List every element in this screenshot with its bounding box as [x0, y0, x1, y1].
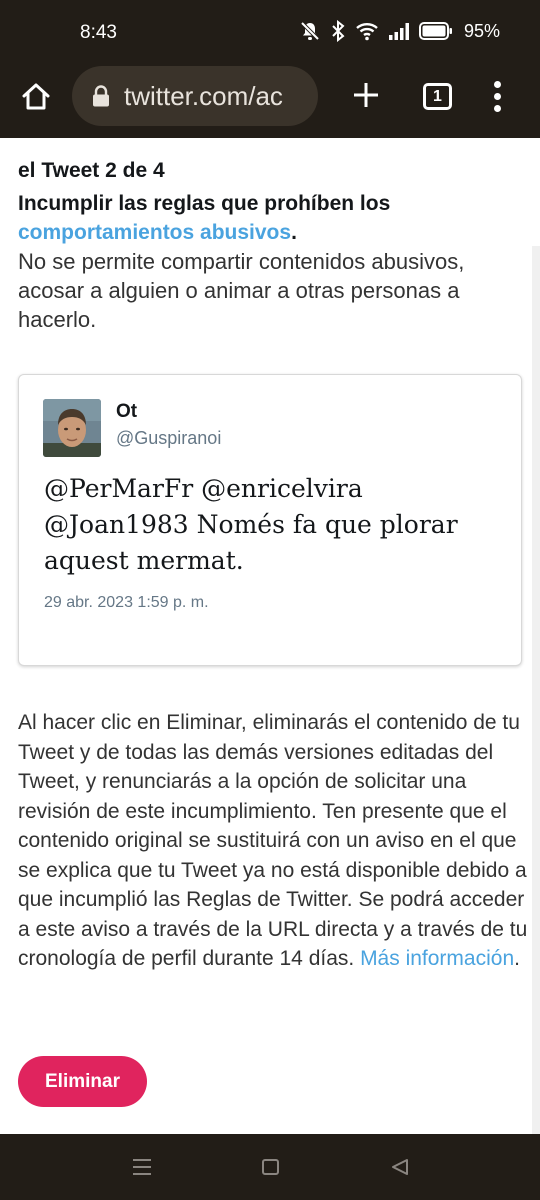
system-nav-bar — [0, 1134, 540, 1200]
recents-icon[interactable] — [132, 1158, 152, 1176]
tweet-counter: el Tweet 2 de 4 — [18, 159, 165, 182]
embedded-tweet-card: Ot @Guspiranoi @PerMarFr @enricelvira @J… — [18, 374, 522, 666]
url-text: twitter.com/ac — [124, 80, 283, 111]
more-info-link[interactable]: Más información — [360, 947, 514, 970]
browser-toolbar: twitter.com/ac 1 — [0, 64, 540, 138]
deletion-notice-period: . — [514, 947, 520, 970]
rule-heading-period: . — [291, 221, 297, 244]
battery-icon — [418, 22, 452, 40]
address-bar[interactable]: twitter.com/ac — [72, 66, 318, 126]
tweet-text: @PerMarFr @enricelvira @Joan1983 Només f… — [44, 474, 458, 575]
home-icon[interactable] — [20, 81, 52, 113]
overflow-menu-icon[interactable] — [488, 80, 508, 114]
page-content: el Tweet 2 de 4 Incumplir las reglas que… — [0, 138, 540, 1134]
tweet-date: 29 abr. 2023 1:59 p. m. — [44, 594, 209, 611]
rule-heading-text: Incumplir las reglas que prohíben los — [18, 192, 391, 215]
rule-description: No se permite compartir contenidos abusi… — [18, 249, 465, 332]
back-icon[interactable] — [390, 1158, 410, 1176]
status-bar: 8:43 95% — [0, 0, 540, 64]
tab-switcher-button[interactable]: 1 — [423, 83, 452, 110]
bluetooth-icon — [332, 20, 345, 42]
tweet-author-name[interactable]: Ot — [116, 401, 137, 423]
abusive-behavior-link[interactable]: comportamientos abusivos — [18, 221, 291, 244]
status-icons: 95% — [299, 20, 500, 42]
battery-percent: 95% — [463, 20, 500, 41]
wifi-icon — [356, 23, 378, 41]
deletion-notice-text: Al hacer clic en Eliminar, eliminarás el… — [18, 711, 528, 970]
delete-button[interactable]: Eliminar — [18, 1056, 147, 1107]
signal-icon — [388, 23, 409, 40]
deletion-notice: Al hacer clic en Eliminar, eliminarás el… — [18, 708, 528, 974]
scrollbar[interactable] — [532, 246, 540, 1134]
avatar — [43, 399, 101, 457]
mute-icon — [300, 21, 320, 41]
status-time: 8:43 — [80, 22, 117, 43]
lock-icon — [93, 85, 109, 107]
nav-home-icon[interactable] — [262, 1159, 279, 1175]
tweet-author-handle[interactable]: @Guspiranoi — [116, 428, 221, 449]
plus-icon[interactable] — [352, 81, 380, 109]
rule-heading: Incumplir las reglas que prohíben los co… — [18, 189, 523, 247]
